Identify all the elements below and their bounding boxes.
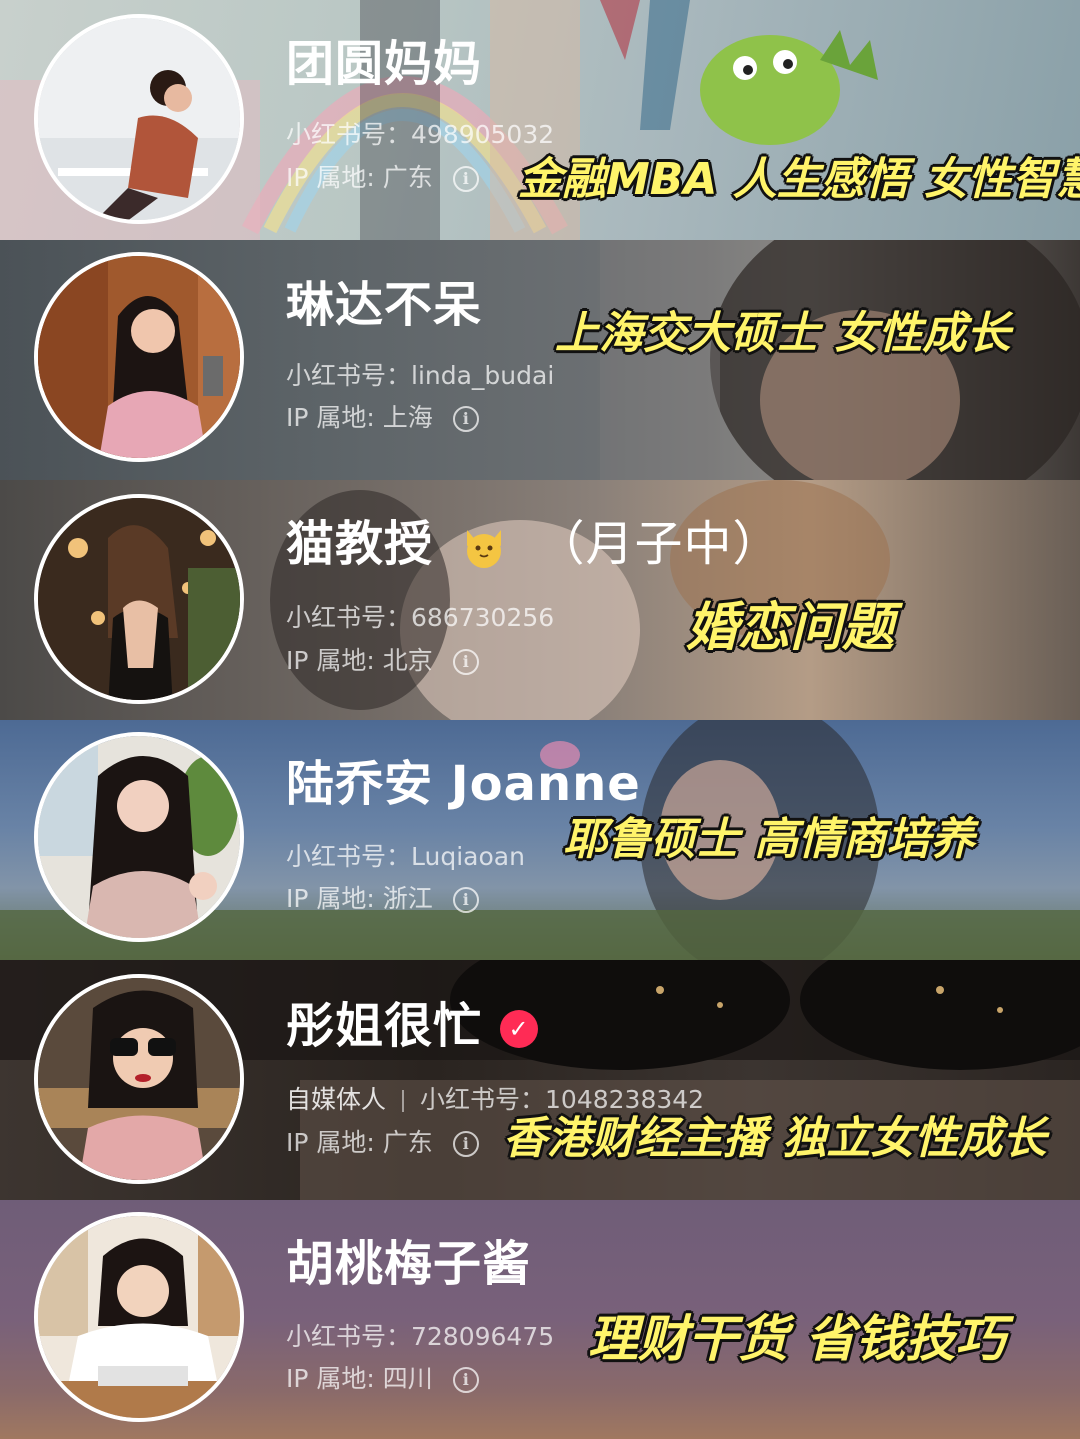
account-name: 猫教授 — [286, 516, 434, 572]
avatar[interactable] — [34, 732, 244, 942]
account-card-3[interactable]: 猫教授 （月子中） 小红书号：686730256 IP 属地: 北京 i 婚恋问题 — [0, 480, 1080, 720]
ip-location-row: IP 属地: 四川 i — [286, 1366, 479, 1393]
topic-tag: 理财干货 省钱技巧 — [588, 1310, 1006, 1368]
account-card-4[interactable]: 陆乔安 Joanne 小红书号：Luqiaoan IP 属地: 浙江 i 耶鲁硕士… — [0, 720, 1080, 960]
avatar[interactable] — [34, 1212, 244, 1422]
avatar[interactable] — [34, 252, 244, 462]
account-name: 胡桃梅子酱 — [286, 1236, 532, 1292]
xhs-id: 小红书号：728096475 — [286, 1322, 555, 1351]
account-name-row: 彤姐很忙 ✓ — [286, 1002, 539, 1050]
topic-tag: 上海交大硕士 女性成长 — [555, 308, 1011, 359]
avatar-photo — [38, 18, 240, 220]
ip-location-row: IP 属地: 浙江 i — [286, 886, 479, 913]
account-card-2[interactable]: 琳达不呆 小红书号：linda_budai IP 属地: 上海 i 上海交大硕士 … — [0, 240, 1080, 480]
account-name: 琳达不呆 — [286, 277, 483, 333]
topic-tag: 香港财经主播 独立女性成长 — [503, 1113, 1047, 1164]
ip-location-row: IP 属地: 广东 i — [286, 165, 479, 192]
ip-location: IP 属地: 浙江 — [286, 884, 433, 913]
info-icon[interactable]: i — [452, 1367, 479, 1393]
verified-check-icon: ✓ — [500, 1010, 539, 1048]
xhs-id: 小红书号：Luqiaoan — [286, 842, 525, 871]
account-name-row: 猫教授 （月子中） — [286, 520, 781, 570]
role-label: 自媒体人 — [286, 1085, 387, 1114]
topic-tag: 耶鲁硕士 高情商培养 — [563, 814, 975, 865]
ip-location-row: IP 属地: 北京 i — [286, 648, 479, 675]
ip-location-row: IP 属地: 上海 i — [286, 405, 479, 432]
info-icon[interactable]: i — [452, 166, 479, 192]
avatar-photo — [38, 1216, 240, 1418]
avatar-photo — [38, 256, 240, 458]
ip-location: IP 属地: 四川 — [286, 1364, 433, 1393]
info-icon[interactable]: i — [452, 649, 479, 675]
avatar-photo — [38, 498, 240, 700]
account-name: 陆乔安 Joanne — [286, 756, 641, 812]
avatar-photo — [38, 978, 240, 1180]
account-name-suffix: （月子中） — [536, 516, 782, 572]
ip-location: IP 属地: 广东 — [286, 1128, 433, 1157]
avatar[interactable] — [34, 974, 244, 1184]
cat-face-icon — [466, 530, 501, 568]
ip-location: IP 属地: 北京 — [286, 646, 433, 675]
info-icon[interactable]: i — [452, 406, 479, 432]
account-card-5[interactable]: 彤姐很忙 ✓ 自媒体人 小红书号：1048238342 IP 属地: 广东 i 香港财… — [0, 960, 1080, 1200]
xhs-id: 小红书号：1048238342 — [420, 1085, 705, 1114]
topic-tag: 金融MBA 人生感悟 女性智慧 — [518, 154, 1080, 205]
profile-meta-row: 自媒体人 小红书号：1048238342 — [286, 1087, 704, 1112]
ip-location: IP 属地: 上海 — [286, 403, 433, 432]
ip-location-row: IP 属地: 广东 i — [286, 1130, 479, 1157]
account-name: 团圆妈妈 — [286, 36, 483, 92]
avatar-photo — [38, 736, 240, 938]
xhs-id: 小红书号：686730256 — [286, 603, 555, 632]
xhs-id: 小红书号：498905032 — [286, 120, 555, 149]
ip-location: IP 属地: 广东 — [286, 163, 433, 192]
topic-tag: 婚恋问题 — [686, 598, 895, 658]
avatar[interactable] — [34, 14, 244, 224]
account-card-6[interactable]: 胡桃梅子酱 小红书号：728096475 IP 属地: 四川 i 理财干货 省钱技… — [0, 1200, 1080, 1439]
xhs-id: 小红书号：linda_budai — [286, 361, 555, 390]
divider — [402, 1090, 405, 1112]
avatar[interactable] — [34, 494, 244, 704]
account-card-1[interactable]: 团圆妈妈 小红书号：498905032 IP 属地: 广东 i 金融MBA 人生感… — [0, 0, 1080, 240]
info-icon[interactable]: i — [452, 1131, 479, 1157]
info-icon[interactable]: i — [452, 887, 479, 913]
account-name: 彤姐很忙 — [286, 998, 483, 1054]
